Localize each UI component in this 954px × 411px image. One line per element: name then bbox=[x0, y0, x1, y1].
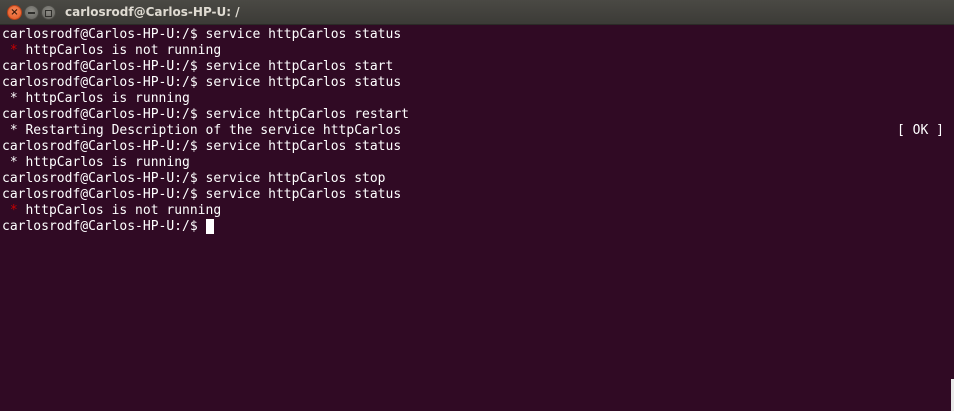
prompt: carlosrodf@Carlos-HP-U:/$ bbox=[2, 75, 206, 90]
minimize-button[interactable] bbox=[24, 5, 39, 20]
error-star: * bbox=[2, 43, 26, 58]
info-star: * bbox=[2, 91, 26, 106]
terminal-line: * Restarting Description of the service … bbox=[2, 123, 401, 139]
minimize-icon bbox=[28, 12, 35, 14]
title-bar[interactable]: × carlosrodf@Carlos-HP-U: / bbox=[0, 0, 954, 25]
prompt: carlosrodf@Carlos-HP-U:/$ bbox=[2, 107, 206, 122]
close-icon: × bbox=[10, 7, 19, 18]
command: service httpCarlos restart bbox=[205, 107, 410, 122]
output-text: Restarting Description of the service ht… bbox=[25, 123, 402, 138]
text-cursor bbox=[205, 219, 214, 234]
info-star: * bbox=[2, 123, 26, 138]
command: service httpCarlos status bbox=[205, 139, 402, 154]
output-text: httpCarlos is not running bbox=[25, 43, 222, 58]
command: service httpCarlos status bbox=[205, 27, 402, 42]
terminal-window: × carlosrodf@Carlos-HP-U: / carlosrodf@C… bbox=[0, 0, 954, 411]
terminal-line: * httpCarlos is not running bbox=[2, 203, 221, 219]
terminal-line: carlosrodf@Carlos-HP-U:/$ service httpCa… bbox=[2, 75, 401, 91]
output-text: httpCarlos is running bbox=[25, 91, 190, 106]
prompt: carlosrodf@Carlos-HP-U:/$ bbox=[2, 219, 206, 234]
command: service httpCarlos start bbox=[205, 59, 394, 74]
window-title: carlosrodf@Carlos-HP-U: / bbox=[65, 5, 240, 19]
terminal-line: carlosrodf@Carlos-HP-U:/$ service httpCa… bbox=[2, 59, 393, 75]
error-star: * bbox=[2, 203, 26, 218]
terminal-output[interactable]: carlosrodf@Carlos-HP-U:/$ service httpCa… bbox=[0, 27, 954, 411]
ok-status: [ OK ] bbox=[897, 123, 944, 138]
command: service httpCarlos stop bbox=[205, 171, 386, 186]
terminal-line: carlosrodf@Carlos-HP-U:/$ service httpCa… bbox=[2, 187, 401, 203]
maximize-icon bbox=[45, 10, 52, 17]
terminal-input-line[interactable]: carlosrodf@Carlos-HP-U:/$ bbox=[2, 219, 214, 235]
terminal-line: carlosrodf@Carlos-HP-U:/$ service httpCa… bbox=[2, 27, 401, 43]
terminal-line: * httpCarlos is running bbox=[2, 155, 190, 171]
prompt: carlosrodf@Carlos-HP-U:/$ bbox=[2, 171, 206, 186]
terminal-line: carlosrodf@Carlos-HP-U:/$ service httpCa… bbox=[2, 139, 401, 155]
command: service httpCarlos status bbox=[205, 187, 402, 202]
prompt: carlosrodf@Carlos-HP-U:/$ bbox=[2, 59, 206, 74]
terminal-line: * httpCarlos is not running bbox=[2, 43, 221, 59]
close-button[interactable]: × bbox=[7, 5, 22, 20]
info-star: * bbox=[2, 155, 26, 170]
output-text: httpCarlos is not running bbox=[25, 203, 222, 218]
maximize-button[interactable] bbox=[41, 5, 56, 20]
output-text: httpCarlos is running bbox=[25, 155, 190, 170]
prompt: carlosrodf@Carlos-HP-U:/$ bbox=[2, 187, 206, 202]
terminal-line: * httpCarlos is running bbox=[2, 91, 190, 107]
terminal-line: carlosrodf@Carlos-HP-U:/$ service httpCa… bbox=[2, 171, 386, 187]
command: service httpCarlos status bbox=[205, 75, 402, 90]
prompt: carlosrodf@Carlos-HP-U:/$ bbox=[2, 139, 206, 154]
prompt: carlosrodf@Carlos-HP-U:/$ bbox=[2, 27, 206, 42]
terminal-line: carlosrodf@Carlos-HP-U:/$ service httpCa… bbox=[2, 107, 409, 123]
